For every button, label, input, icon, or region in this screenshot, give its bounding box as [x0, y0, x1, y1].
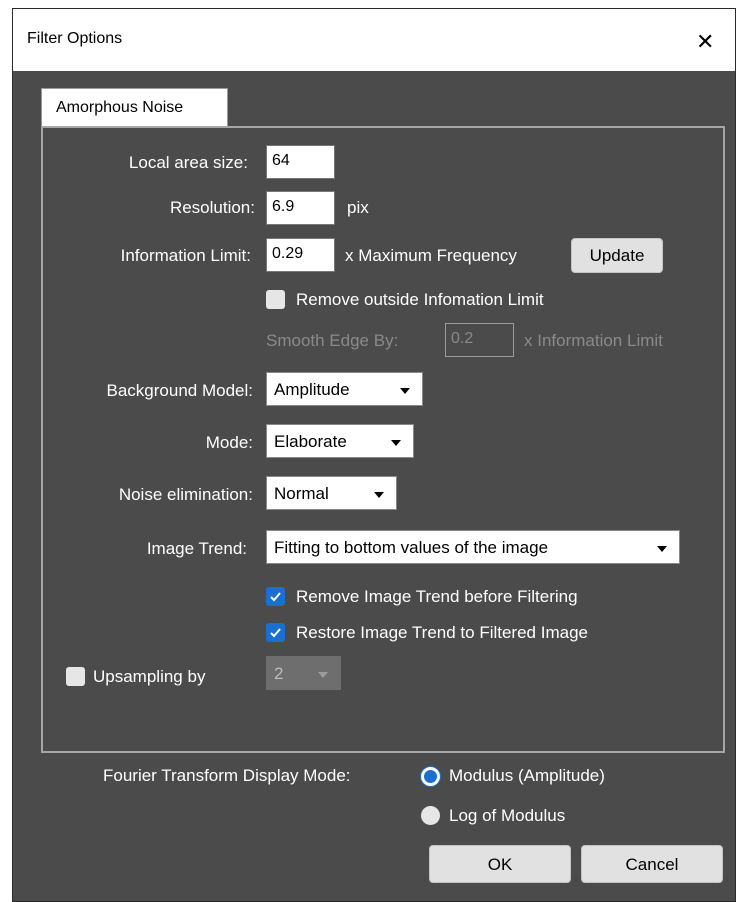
- smooth-edge-input: 0.2: [445, 323, 514, 357]
- information-limit-input[interactable]: 0.29: [266, 238, 335, 272]
- filter-options-dialog: Filter Options ✕ Amorphous Noise Local a…: [12, 8, 736, 902]
- remove-trend-checkbox[interactable]: [266, 587, 285, 606]
- image-trend-value: Fitting to bottom values of the image: [274, 538, 549, 557]
- cancel-button[interactable]: Cancel: [581, 845, 723, 883]
- noise-elimination-value: Normal: [274, 484, 329, 503]
- mode-value: Elaborate: [274, 432, 347, 451]
- chevron-down-icon: [391, 440, 401, 446]
- noise-elimination-label: Noise elimination:: [118, 485, 253, 504]
- chevron-down-icon: [374, 492, 384, 498]
- log-of-modulus-label: Log of Modulus: [449, 806, 566, 825]
- upsampling-select: 2: [266, 656, 341, 690]
- close-icon[interactable]: ✕: [696, 31, 714, 53]
- smooth-edge-unit: x Information Limit: [524, 331, 663, 350]
- fourier-mode-label: Fourier Transform Display Mode:: [103, 766, 351, 785]
- upsampling-checkbox[interactable]: [66, 667, 85, 686]
- radio-log-of-modulus[interactable]: [421, 806, 440, 825]
- background-model-value: Amplitude: [274, 380, 350, 399]
- mode-select[interactable]: Elaborate: [266, 424, 414, 458]
- mode-label: Mode:: [205, 433, 253, 452]
- chevron-down-icon: [400, 388, 410, 394]
- resolution-input[interactable]: 6.9: [266, 191, 335, 225]
- resolution-unit: pix: [347, 198, 369, 217]
- background-model-label: Background Model:: [106, 381, 253, 400]
- information-limit-unit: x Maximum Frequency: [345, 246, 517, 265]
- image-trend-select[interactable]: Fitting to bottom values of the image: [266, 530, 680, 564]
- checkmark-icon: [270, 592, 281, 602]
- local-area-size-input[interactable]: 64: [266, 145, 335, 179]
- radio-modulus-amplitude[interactable]: [421, 767, 440, 786]
- upsampling-value: 2: [274, 664, 284, 683]
- upsampling-label: Upsampling by: [93, 667, 206, 686]
- resolution-label: Resolution:: [169, 198, 255, 217]
- restore-trend-label: Restore Image Trend to Filtered Image: [296, 623, 588, 642]
- modulus-amplitude-label: Modulus (Amplitude): [449, 766, 605, 785]
- image-trend-label: Image Trend:: [146, 539, 247, 558]
- remove-trend-label: Remove Image Trend before Filtering: [296, 587, 578, 606]
- restore-trend-checkbox[interactable]: [266, 623, 285, 642]
- ok-button[interactable]: OK: [429, 845, 571, 883]
- noise-elimination-select[interactable]: Normal: [266, 476, 397, 510]
- information-limit-label: Information Limit:: [120, 246, 251, 265]
- chevron-down-icon: [318, 672, 328, 678]
- remove-outside-label: Remove outside Infomation Limit: [296, 290, 544, 309]
- update-button[interactable]: Update: [571, 238, 663, 273]
- smooth-edge-label: Smooth Edge By:: [266, 331, 399, 350]
- local-area-size-label: Local area size:: [128, 153, 248, 172]
- dialog-title: Filter Options: [27, 30, 123, 47]
- title-bar: Filter Options ✕: [13, 9, 735, 71]
- remove-outside-checkbox[interactable]: [266, 290, 285, 309]
- checkmark-icon: [270, 628, 281, 638]
- chevron-down-icon: [657, 546, 667, 552]
- background-model-select[interactable]: Amplitude: [266, 372, 423, 406]
- tab-amorphous-noise[interactable]: Amorphous Noise: [41, 88, 228, 127]
